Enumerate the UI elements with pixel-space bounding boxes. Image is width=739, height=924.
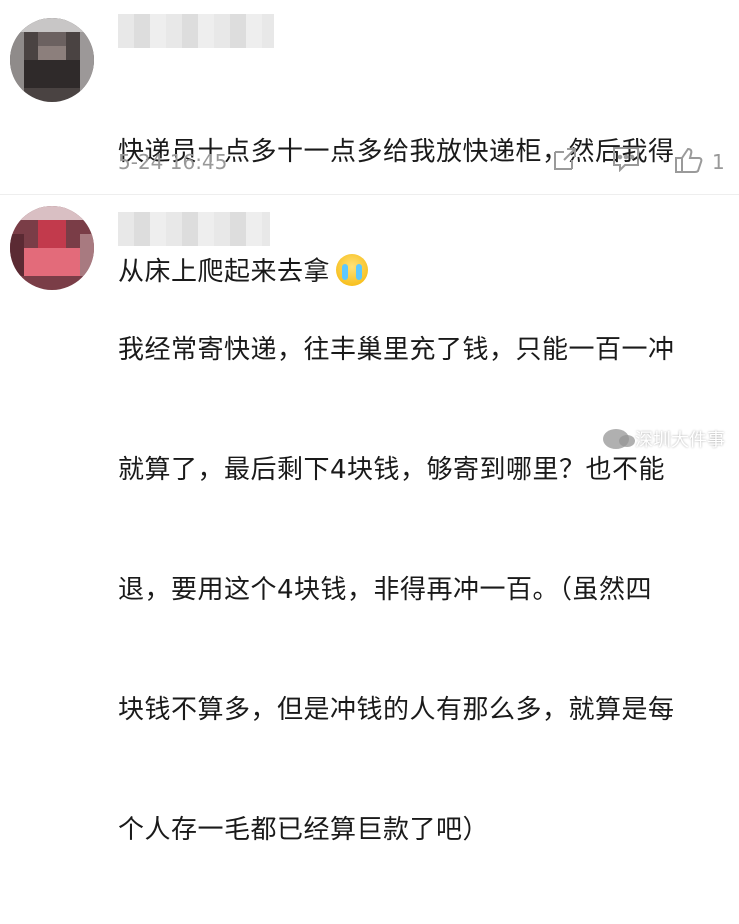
avatar[interactable] xyxy=(10,206,94,290)
comment-text-line: 我经常寄快递，往丰巢里充了钱，只能一百一冲 xyxy=(118,335,675,365)
timestamp: 5-24 16:45 xyxy=(118,150,228,174)
comment-text-line: 个人存一毛都已经算巨款了吧） xyxy=(118,815,490,845)
watermark-label: 深圳大件事 xyxy=(635,430,725,451)
comment-text-line: 退，要用这个4块钱，非得再冲一百。（虽然四 xyxy=(118,575,653,605)
wechat-icon xyxy=(603,429,635,449)
watermark: 深圳大件事 xyxy=(603,426,725,452)
like-icon[interactable] xyxy=(674,146,704,174)
username-redacted[interactable] xyxy=(118,212,270,246)
share-icon[interactable] xyxy=(552,146,578,172)
divider xyxy=(0,194,739,195)
comment-text: 我经常寄快递，往丰巢里充了钱，只能一百一冲 就算了，最后剩下4块钱，够寄到哪里？… xyxy=(118,250,728,924)
avatar[interactable] xyxy=(10,18,94,102)
comment-text-line: 块钱不算多，但是冲钱的人有那么多，就算是每 xyxy=(118,695,675,725)
comment-icon[interactable] xyxy=(612,146,640,172)
username-redacted[interactable] xyxy=(118,14,274,48)
comment-text-line: 就算了，最后剩下4块钱，够寄到哪里？也不能 xyxy=(118,455,666,485)
like-count: 1 xyxy=(712,150,725,174)
